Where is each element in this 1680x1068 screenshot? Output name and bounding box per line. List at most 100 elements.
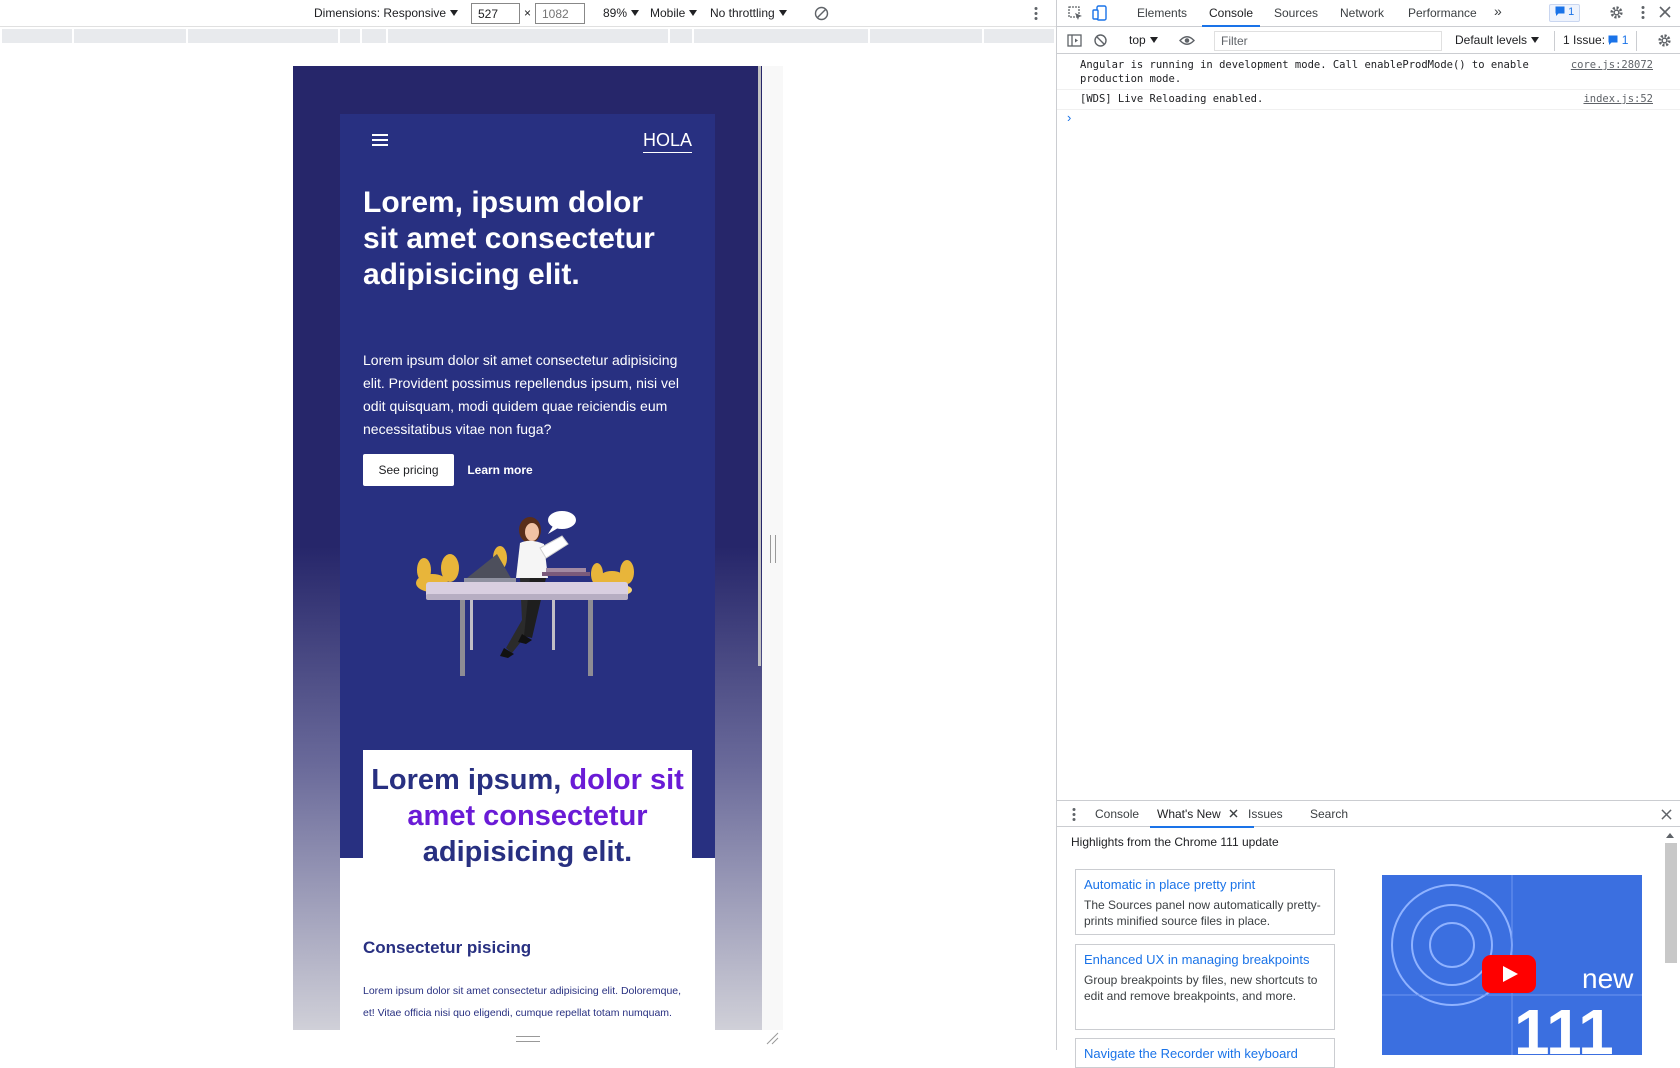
context-label: top: [1129, 33, 1146, 47]
caret-down-icon: [450, 10, 459, 16]
caret-down-icon: [689, 10, 698, 16]
whats-new-card[interactable]: Automatic in place pretty print The Sour…: [1075, 869, 1335, 935]
whats-new-card-title[interactable]: Automatic in place pretty print: [1084, 876, 1326, 893]
console-filter-input[interactable]: [1214, 31, 1442, 51]
caret-down-icon: [1149, 37, 1158, 43]
hamburger-menu-icon[interactable]: [372, 134, 388, 146]
drawer-menu-icon[interactable]: [1071, 807, 1077, 822]
resize-handle-right[interactable]: [770, 535, 776, 563]
more-options-icon[interactable]: [1033, 6, 1039, 21]
tab-performance[interactable]: Performance: [1408, 6, 1477, 20]
zoom-dropdown[interactable]: 89%: [603, 6, 640, 20]
devtools-drawer: Console What's New Issues Search Highlig…: [1057, 800, 1680, 1068]
rotate-icon[interactable]: [814, 6, 829, 21]
issues-counter[interactable]: 1 Issue: 1: [1554, 31, 1638, 51]
media-query-bar[interactable]: [0, 28, 1056, 44]
customize-menu-icon[interactable]: [1635, 5, 1651, 21]
drawer-tab-console[interactable]: Console: [1095, 807, 1139, 821]
console-prompt-icon[interactable]: ›: [1067, 110, 1071, 125]
viewport-scrollbar[interactable]: [758, 66, 761, 666]
zoom-label: 89%: [603, 6, 628, 20]
device-type-dropdown[interactable]: Mobile: [650, 6, 698, 20]
whats-new-video-thumbnail[interactable]: new 111: [1382, 875, 1642, 1055]
height-input[interactable]: [535, 3, 585, 24]
emulated-viewport[interactable]: HOLA Lorem, ipsum dolor sit amet consect…: [293, 66, 762, 1030]
throttling-dropdown[interactable]: No throttling: [710, 6, 787, 20]
whats-new-card-title[interactable]: Enhanced UX in managing breakpoints: [1084, 951, 1326, 968]
section-title: Consectetur pisicing: [363, 938, 532, 957]
live-expression-eye-icon[interactable]: [1179, 34, 1195, 47]
log-message: [WDS] Live Reloading enabled.: [1080, 93, 1264, 105]
media-query-segment[interactable]: [870, 29, 982, 43]
media-query-segment[interactable]: [188, 29, 338, 43]
caret-down-icon: [631, 10, 640, 16]
tab-elements[interactable]: Elements: [1137, 6, 1187, 20]
context-dropdown[interactable]: top: [1129, 33, 1158, 47]
drawer-tabbar: Console What's New Issues Search: [1057, 801, 1680, 828]
media-query-segment[interactable]: [362, 29, 386, 43]
media-query-segment[interactable]: [74, 29, 186, 43]
resize-corner-icon[interactable]: [765, 1031, 779, 1045]
media-query-segment[interactable]: [388, 29, 668, 43]
log-source-link[interactable]: core.js:28072: [1571, 58, 1653, 72]
media-query-segment[interactable]: [340, 29, 360, 43]
close-drawer-icon[interactable]: [1661, 809, 1672, 820]
issues-label: 1 Issue:: [1563, 33, 1606, 47]
settings-gear-icon[interactable]: [1608, 5, 1624, 21]
tab-network[interactable]: Network: [1340, 6, 1384, 20]
scroll-up-icon[interactable]: [1665, 831, 1675, 839]
device-toggle-icon[interactable]: [1092, 5, 1108, 21]
feature-title: Lorem ipsum, dolor sit amet consectetur …: [363, 762, 692, 870]
clear-console-icon[interactable]: [1093, 33, 1108, 48]
log-message: Angular is running in development mode. …: [1080, 59, 1529, 85]
feature-title-part2: adipisicing elit.: [422, 836, 633, 868]
drawer-tab-issues[interactable]: Issues: [1248, 807, 1283, 821]
dimensions-label: Dimensions: Responsive: [314, 6, 447, 20]
close-tab-icon[interactable]: [1229, 809, 1238, 818]
log-source-link[interactable]: index.js:52: [1583, 92, 1653, 106]
resize-handle-bottom[interactable]: [516, 1036, 540, 1042]
devtools-tabbar: Elements Console Sources Network Perform…: [1057, 0, 1680, 27]
media-query-segment[interactable]: [2, 29, 72, 43]
devtools-panel: Elements Console Sources Network Perform…: [1056, 0, 1680, 1068]
drawer-tab-whats-new[interactable]: What's New: [1150, 807, 1254, 828]
woman-at-desk-illustration: [416, 511, 634, 676]
see-pricing-button[interactable]: See pricing: [363, 454, 454, 486]
tab-sources[interactable]: Sources: [1274, 6, 1318, 20]
feature-title-part1: Lorem ipsum,: [371, 764, 570, 796]
whats-new-card-desc: The Sources panel now automatically pret…: [1084, 898, 1321, 928]
drawer-tab-search[interactable]: Search: [1310, 807, 1348, 821]
caret-down-icon: [778, 10, 787, 16]
issues-count: 1: [1621, 33, 1629, 47]
video-new-text: new: [1582, 963, 1634, 994]
messages-badge[interactable]: 1: [1549, 4, 1581, 22]
log-levels-dropdown[interactable]: Default levels: [1455, 33, 1540, 47]
whats-new-card-title[interactable]: Navigate the Recorder with keyboard: [1084, 1045, 1326, 1062]
drawer-tab-whats-new-label: What's New: [1157, 807, 1221, 821]
device-type-label: Mobile: [650, 6, 686, 20]
log-levels-label: Default levels: [1455, 33, 1528, 47]
dimensions-dropdown[interactable]: Dimensions: Responsive: [314, 6, 459, 20]
media-query-segment[interactable]: [984, 29, 1054, 43]
learn-more-button[interactable]: Learn more: [462, 454, 538, 486]
tab-console[interactable]: Console: [1201, 6, 1261, 27]
media-query-segment[interactable]: [670, 29, 692, 43]
console-settings-gear-icon[interactable]: [1657, 33, 1672, 48]
media-query-segment[interactable]: [694, 29, 868, 43]
whats-new-card[interactable]: Navigate the Recorder with keyboard: [1075, 1038, 1335, 1068]
close-devtools-icon[interactable]: [1657, 5, 1673, 21]
inspect-element-icon[interactable]: [1068, 6, 1083, 21]
dimension-times: ×: [524, 6, 532, 20]
sidebar-toggle-icon[interactable]: [1067, 33, 1082, 48]
section-text: Lorem ipsum dolor sit amet consectetur a…: [363, 985, 682, 1019]
hero-text: Lorem ipsum dolor sit amet consectetur a…: [363, 352, 679, 437]
youtube-play-icon[interactable]: [1482, 955, 1536, 995]
width-input[interactable]: [471, 3, 520, 24]
more-tabs-icon[interactable]: »: [1494, 3, 1502, 19]
console-log-entry: [WDS] Live Reloading enabled. index.js:5…: [1057, 90, 1680, 110]
brand-link[interactable]: HOLA: [642, 130, 692, 153]
whats-new-card[interactable]: Enhanced UX in managing breakpoints Grou…: [1075, 944, 1335, 1030]
device-emulation-area: Dimensions: Responsive × 89% Mobile No t…: [0, 0, 1056, 1050]
drawer-scrollbar[interactable]: [1665, 843, 1677, 963]
device-toolbar: Dimensions: Responsive × 89% Mobile No t…: [0, 0, 1056, 27]
